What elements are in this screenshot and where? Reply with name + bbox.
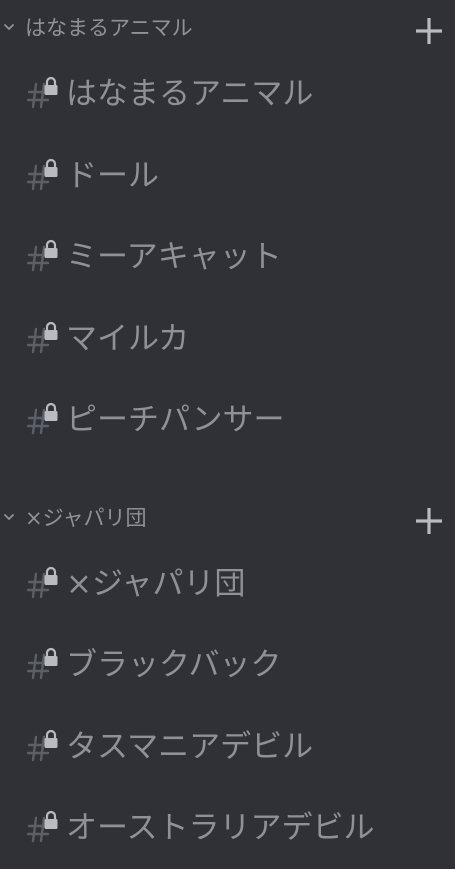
channel-name: ピーチパンサー xyxy=(66,402,285,438)
channel-name: ×ジャパリ団 xyxy=(66,566,246,602)
channel-meerkat[interactable]: ミーアキャット xyxy=(0,229,455,285)
category-header-japari-dan[interactable]: ×ジャパリ団 xyxy=(0,500,455,536)
channel-name: ブラックバック xyxy=(66,647,282,683)
channel-dhole[interactable]: ドール xyxy=(0,148,455,204)
category-name: はなまるアニマル xyxy=(25,16,193,40)
locked-hashtag-icon xyxy=(27,402,58,435)
locked-hashtag-icon xyxy=(27,647,58,680)
add-channel-icon[interactable] xyxy=(412,14,446,48)
channel-tasmanian-devil[interactable]: タスマニアデビル xyxy=(0,719,455,775)
channel-blackbuck[interactable]: ブラックバック xyxy=(0,637,455,693)
chevron-down-icon xyxy=(4,514,14,520)
locked-hashtag-icon xyxy=(27,239,58,272)
category-header-hanamaru-animal[interactable]: はなまるアニマル xyxy=(0,10,455,46)
channel-peach-panther[interactable]: ピーチパンサー xyxy=(0,392,455,448)
channel-name: マイルカ xyxy=(66,321,190,357)
locked-hashtag-icon xyxy=(27,729,58,762)
channel-dolphin[interactable]: マイルカ xyxy=(0,311,455,367)
locked-hashtag-icon xyxy=(27,76,58,109)
category-name: ×ジャパリ団 xyxy=(25,506,147,530)
channel-hanamaru-animal[interactable]: はなまるアニマル xyxy=(0,66,455,122)
channel-name: ミーアキャット xyxy=(66,239,282,275)
channel-australian-devil[interactable]: オーストラリアデビル xyxy=(0,800,455,856)
locked-hashtag-icon xyxy=(27,810,58,843)
locked-hashtag-icon xyxy=(27,158,58,191)
locked-hashtag-icon xyxy=(27,566,58,599)
channel-japari-dan[interactable]: ×ジャパリ団 xyxy=(0,556,455,612)
channel-name: ドール xyxy=(66,158,159,194)
locked-hashtag-icon xyxy=(27,321,58,354)
channel-name: オーストラリアデビル xyxy=(66,810,375,846)
chevron-down-icon xyxy=(4,24,14,30)
add-channel-icon[interactable] xyxy=(412,504,446,538)
channel-name: はなまるアニマル xyxy=(66,76,314,112)
channel-name: タスマニアデビル xyxy=(66,729,314,765)
